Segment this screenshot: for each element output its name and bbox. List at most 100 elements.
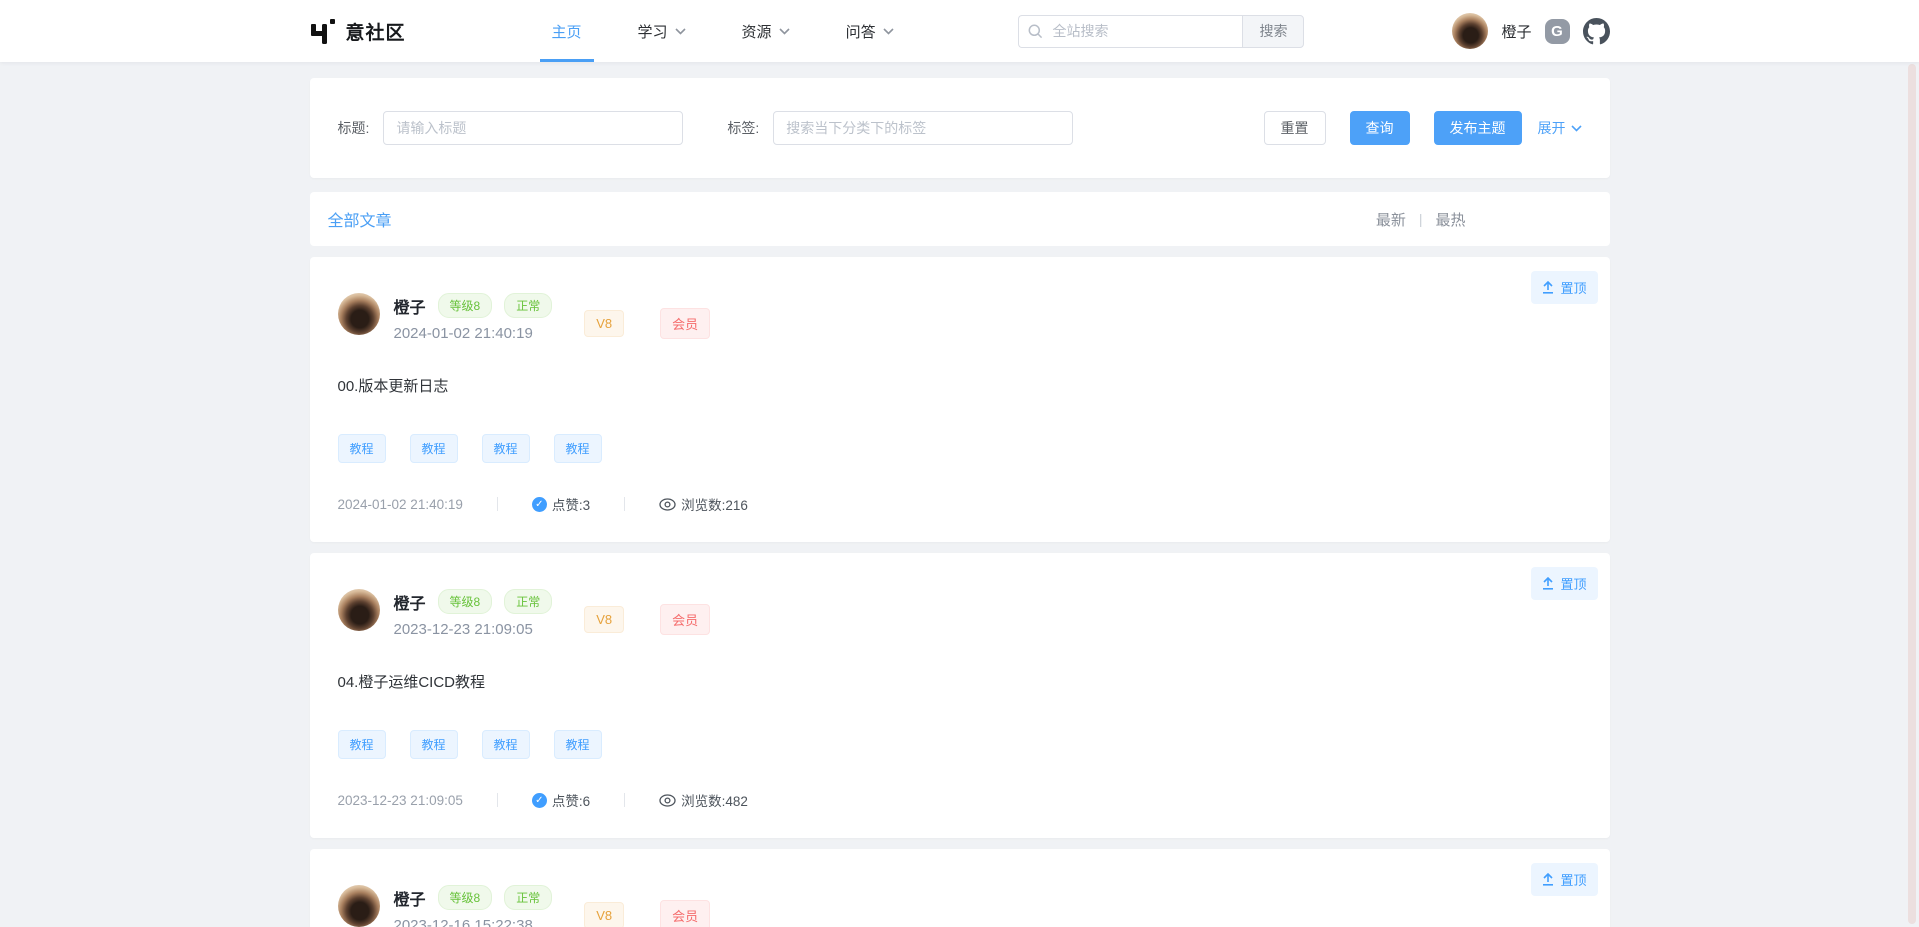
post-datetime: 2024-01-02 21:40:19: [394, 325, 553, 342]
tag[interactable]: 教程: [554, 434, 602, 463]
chevron-down-icon: [1571, 125, 1582, 132]
search-icon: [1028, 24, 1043, 39]
post-header: 橙子 等级8 正常 2023-12-23 21:09:05 V8 会员: [338, 589, 1582, 638]
top-bar: 意社区 主页 学习 资源 问答: [0, 0, 1919, 62]
status-badge: 正常: [504, 293, 552, 318]
expand-link[interactable]: 展开: [1538, 118, 1582, 138]
post-card: 置顶 橙子 等级8 正常 2023-12-16 15:22:38 V8 会员: [310, 849, 1610, 927]
gitee-icon[interactable]: G: [1545, 19, 1570, 44]
post-header: 橙子 等级8 正常 2024-01-02 21:40:19 V8 会员: [338, 293, 1582, 342]
author-avatar[interactable]: [338, 293, 380, 335]
divider: [624, 793, 625, 807]
nav-item-learn[interactable]: 学习: [610, 0, 714, 62]
title-field-label: 标题:: [338, 118, 370, 138]
pin-button[interactable]: 置顶: [1531, 271, 1597, 304]
post-card: 置顶 橙子 等级8 正常 2024-01-02 21:40:19 V8 会员 0…: [310, 257, 1610, 542]
post-datetime: 2023-12-16 15:22:38: [394, 917, 553, 927]
search-button[interactable]: 搜索: [1242, 15, 1304, 48]
all-articles-link[interactable]: 全部文章: [328, 207, 392, 231]
tag[interactable]: 教程: [410, 730, 458, 759]
post-datetime: 2023-12-23 21:09:05: [394, 621, 553, 638]
eye-icon: [659, 498, 676, 511]
footer-date: 2024-01-02 21:40:19: [338, 497, 463, 512]
likes-stat: ✓ 点赞:3: [532, 494, 590, 514]
chevron-down-icon: [883, 28, 894, 35]
author-name[interactable]: 橙子: [394, 590, 426, 614]
sort-newest[interactable]: 最新: [1376, 209, 1406, 230]
eye-icon: [659, 794, 676, 807]
pin-button[interactable]: 置顶: [1531, 567, 1597, 600]
list-header-bar: 全部文章 最新 | 最热: [310, 192, 1610, 246]
views-stat: 浏览数:482: [659, 790, 748, 810]
tag-field-label: 标签:: [727, 118, 759, 138]
like-check-icon: ✓: [532, 793, 547, 808]
pin-up-icon: [1542, 281, 1554, 294]
divider: [497, 793, 498, 807]
sort-hottest[interactable]: 最热: [1435, 209, 1465, 230]
tag[interactable]: 教程: [482, 730, 530, 759]
nav-item-resources[interactable]: 资源: [714, 0, 818, 62]
post-card: 置顶 橙子 等级8 正常 2023-12-23 21:09:05 V8 会员 0…: [310, 553, 1610, 838]
search-input[interactable]: [1018, 15, 1242, 48]
user-area: 橙子 G: [1452, 13, 1609, 49]
tag[interactable]: 教程: [410, 434, 458, 463]
sort-divider: |: [1419, 211, 1423, 227]
member-badge: 会员: [660, 308, 710, 339]
post-title[interactable]: 04.橙子运维CICD教程: [338, 671, 1582, 692]
tag[interactable]: 教程: [338, 730, 386, 759]
query-button[interactable]: 查询: [1350, 111, 1410, 145]
post-header: 橙子 等级8 正常 2023-12-16 15:22:38 V8 会员: [338, 885, 1582, 927]
status-badge: 正常: [504, 885, 552, 910]
author-name[interactable]: 橙子: [394, 886, 426, 910]
level-badge: 等级8: [438, 293, 493, 318]
member-badge: 会员: [660, 900, 710, 927]
status-badge: 正常: [504, 589, 552, 614]
level-badge: 等级8: [438, 589, 493, 614]
vip-badge: V8: [584, 606, 624, 633]
divider: [497, 497, 498, 511]
logo-icon: [310, 18, 336, 45]
title-input[interactable]: [383, 111, 683, 145]
author-avatar[interactable]: [338, 589, 380, 631]
title-field-group: 标题:: [338, 111, 684, 145]
pin-up-icon: [1542, 873, 1554, 886]
user-name[interactable]: 橙子: [1501, 21, 1531, 42]
vip-badge: V8: [584, 902, 624, 927]
likes-stat: ✓ 点赞:6: [532, 790, 590, 810]
like-check-icon: ✓: [532, 497, 547, 512]
main-nav: 主页 学习 资源 问答: [524, 0, 922, 62]
tag-field-group: 标签:: [727, 111, 1073, 145]
site-logo[interactable]: 意社区: [310, 18, 406, 45]
post-title[interactable]: 00.版本更新日志: [338, 375, 1582, 396]
chevron-down-icon: [675, 28, 686, 35]
sort-group: 最新 | 最热: [1376, 209, 1466, 230]
user-avatar[interactable]: [1452, 13, 1488, 49]
filter-actions: 重置 查询 发布主题 展开: [1264, 111, 1582, 145]
tag[interactable]: 教程: [338, 434, 386, 463]
member-badge: 会员: [660, 604, 710, 635]
post-tags: 教程 教程 教程 教程: [338, 434, 1582, 463]
author-avatar[interactable]: [338, 885, 380, 927]
vip-badge: V8: [584, 310, 624, 337]
divider: [624, 497, 625, 511]
views-stat: 浏览数:216: [659, 494, 748, 514]
global-search: 搜索: [1018, 15, 1304, 48]
pin-up-icon: [1542, 577, 1554, 590]
scrollbar[interactable]: [1908, 64, 1916, 924]
post-tags: 教程 教程 教程 教程: [338, 730, 1582, 759]
tag-input[interactable]: [773, 111, 1073, 145]
footer-date: 2023-12-23 21:09:05: [338, 793, 463, 808]
chevron-down-icon: [779, 28, 790, 35]
reset-button[interactable]: 重置: [1264, 111, 1326, 145]
pin-button[interactable]: 置顶: [1531, 863, 1597, 896]
publish-topic-button[interactable]: 发布主题: [1434, 111, 1522, 145]
tag[interactable]: 教程: [554, 730, 602, 759]
main-content: 标题: 标签: 重置 查询 发布主题 展开 全部文章 最新 | 最热: [310, 78, 1610, 927]
nav-item-qa[interactable]: 问答: [818, 0, 922, 62]
tag[interactable]: 教程: [482, 434, 530, 463]
nav-item-home[interactable]: 主页: [524, 0, 610, 62]
github-icon[interactable]: [1583, 18, 1610, 45]
author-name[interactable]: 橙子: [394, 294, 426, 318]
post-footer: 2023-12-23 21:09:05 ✓ 点赞:6 浏览数:482: [338, 790, 1582, 810]
post-footer: 2024-01-02 21:40:19 ✓ 点赞:3 浏览数:216: [338, 494, 1582, 514]
